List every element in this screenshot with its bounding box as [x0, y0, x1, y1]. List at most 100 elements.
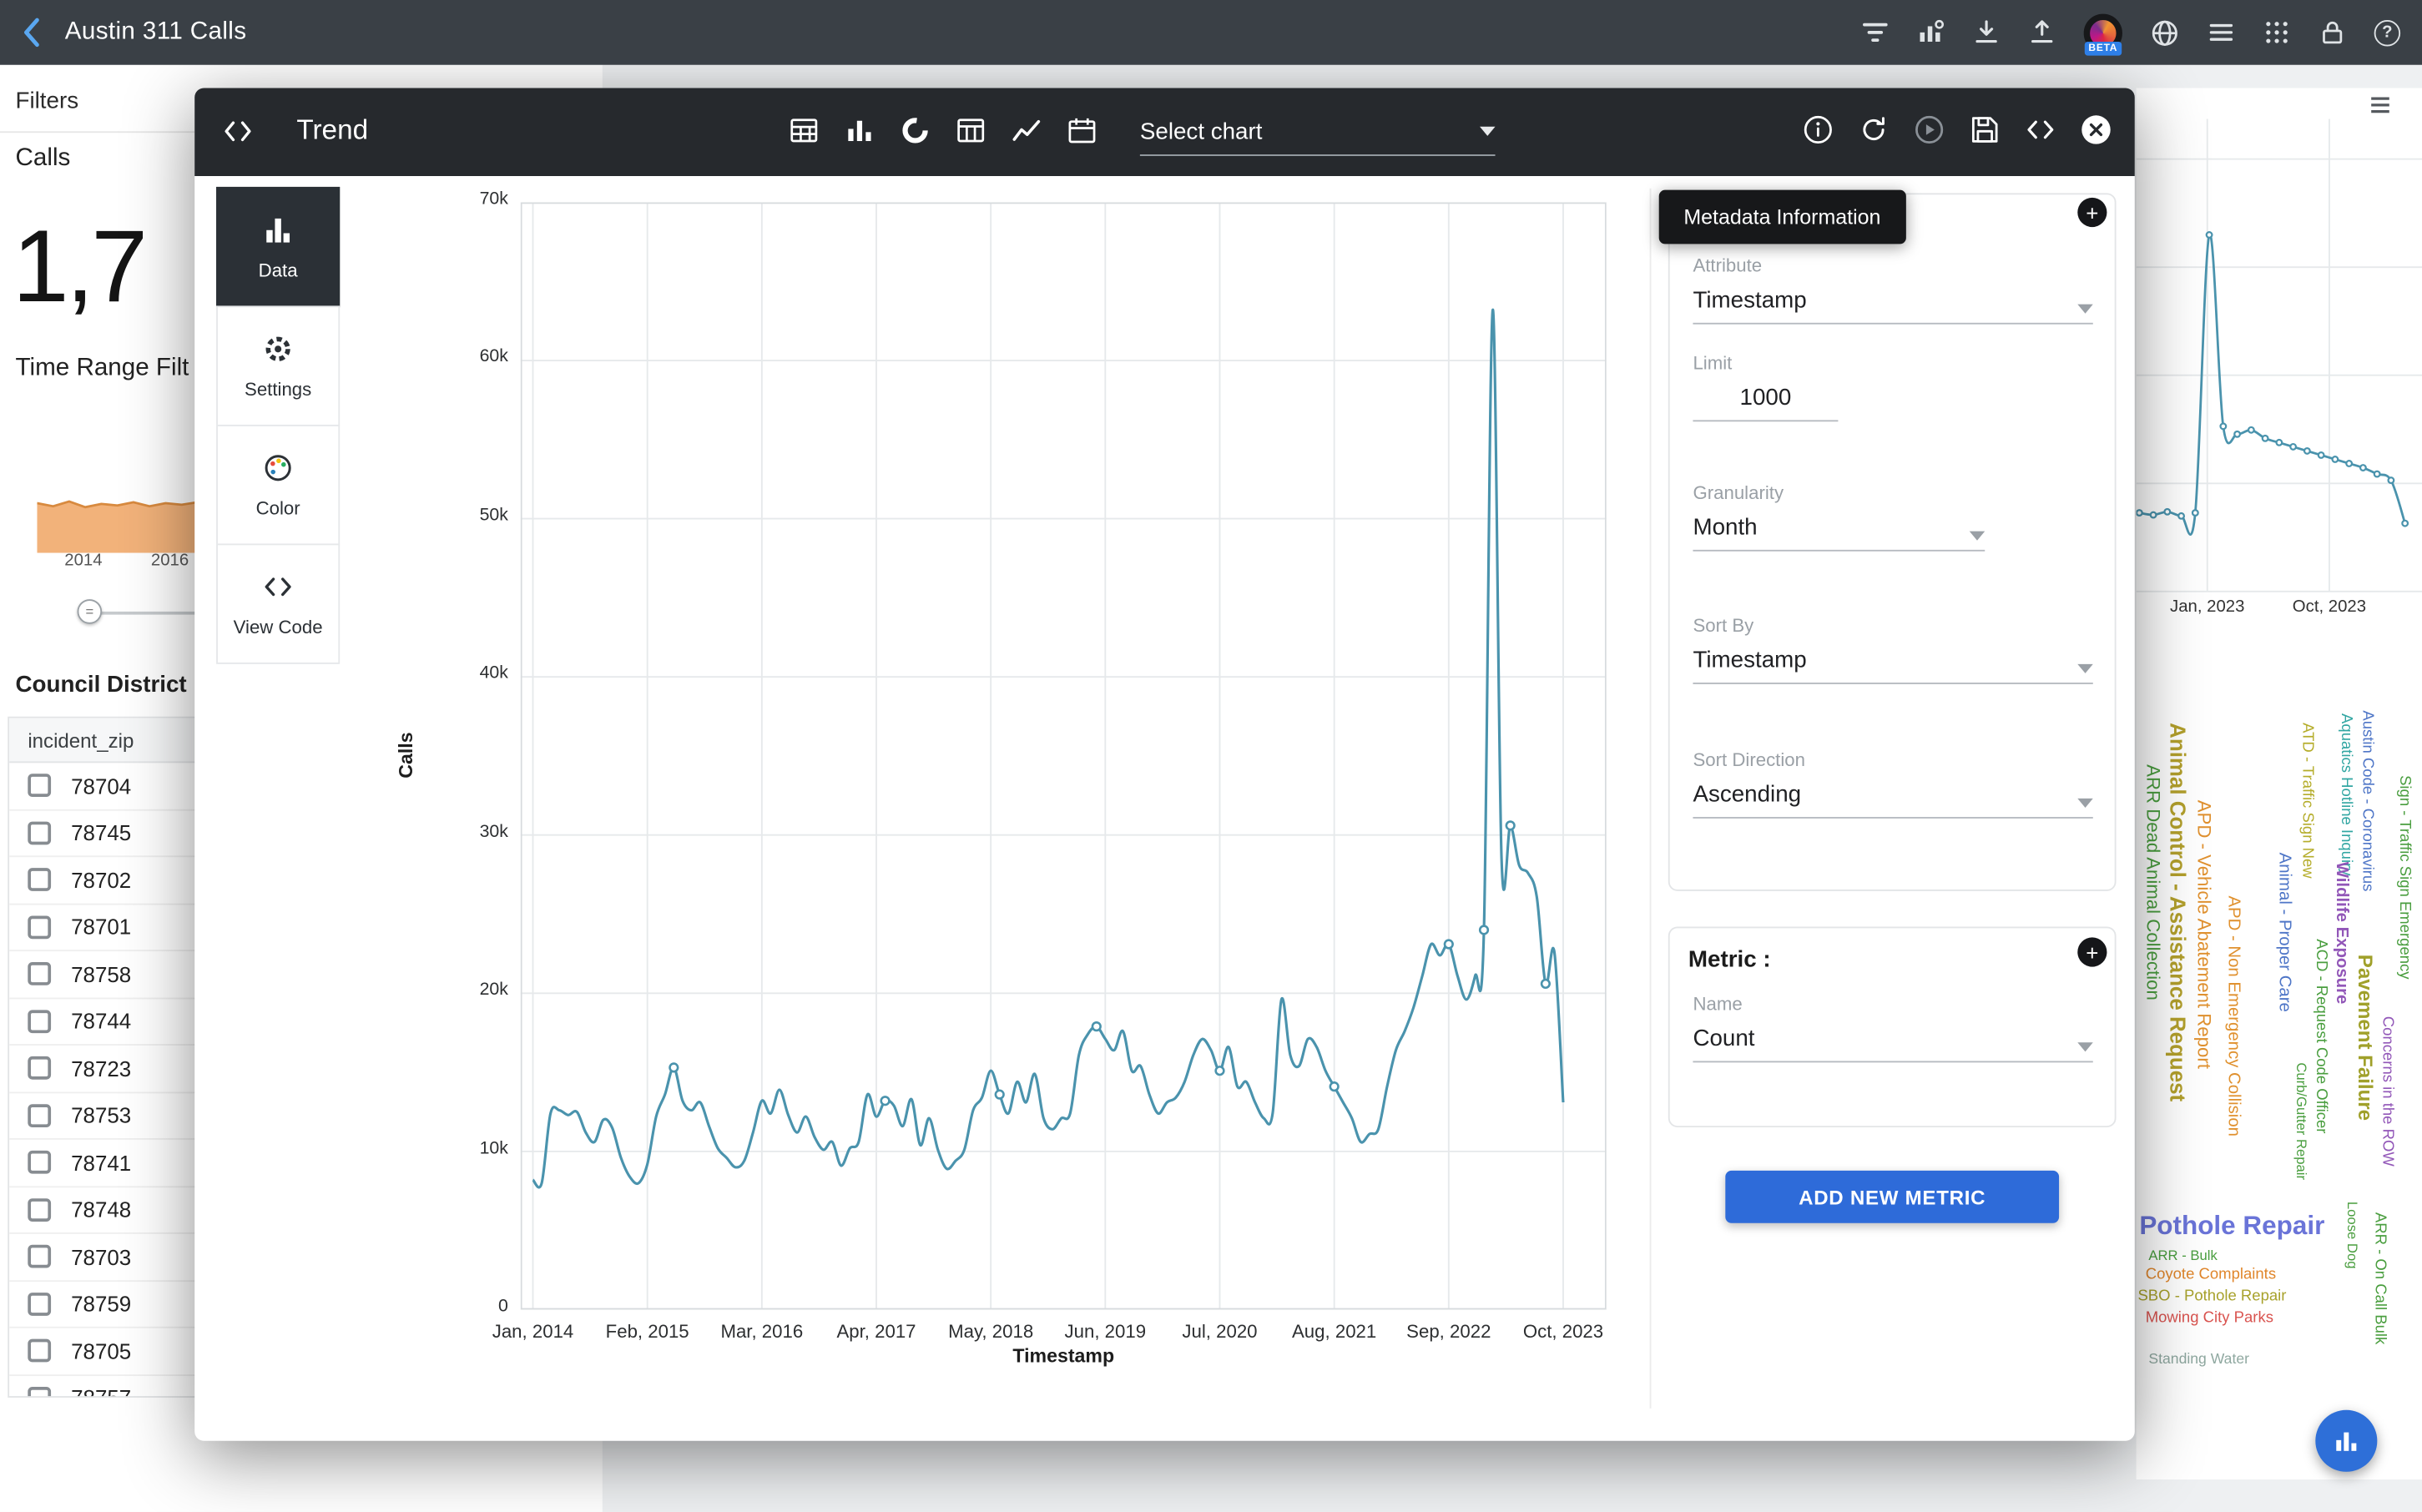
x-tick: Oct, 2023	[2283, 597, 2375, 616]
checkbox-icon[interactable]	[28, 1245, 51, 1268]
info-button[interactable]	[1801, 113, 1835, 154]
expand-icon[interactable]	[223, 116, 254, 154]
checkbox-icon[interactable]	[28, 869, 51, 892]
main-chart: Calls 010k20k30k40k50k60k70k Jan, 2014Fe…	[340, 189, 1649, 1424]
wordcloud-term[interactable]: Concerns in the ROW	[2379, 1016, 2394, 1167]
wordcloud-term[interactable]: Animal Control - Assistance Request	[2167, 723, 2189, 1101]
slider-handle[interactable]: =	[78, 599, 103, 624]
calendar-icon[interactable]	[1066, 114, 1098, 154]
fab-chart-button[interactable]	[2315, 1410, 2377, 1472]
time-range-histogram-svg	[37, 472, 197, 552]
filter-icon[interactable]	[1861, 18, 1889, 46]
wordcloud-term[interactable]: Wildlife Exposure	[2333, 862, 2349, 1005]
lock-icon[interactable]	[2319, 18, 2346, 46]
pivot-table-icon[interactable]	[955, 114, 987, 154]
download-icon[interactable]	[1972, 18, 2000, 46]
select-chart-dropdown[interactable]: Select chart	[1140, 108, 1496, 156]
wordcloud-term[interactable]: APD - Non Emergency Collision	[2224, 895, 2241, 1137]
menu-icon[interactable]: ≡	[2369, 88, 2391, 124]
select-chart-placeholder: Select chart	[1140, 118, 1263, 144]
checkbox-icon[interactable]	[28, 915, 51, 939]
field-label: Attribute	[1693, 255, 2092, 276]
tab-label: Color	[256, 497, 300, 519]
wordcloud-term[interactable]: APD - Vehicle Abatement Report	[2195, 800, 2213, 1069]
council-district-heading: Council District	[16, 672, 187, 698]
sort-direction-field[interactable]: Sort Direction Ascending	[1693, 749, 2092, 819]
checkbox-icon[interactable]	[28, 962, 51, 985]
wordcloud-term[interactable]: Sign - Traffic Sign Emergency	[2396, 775, 2412, 980]
wordcloud-term[interactable]: SBO - Pothole Repair	[2137, 1289, 2286, 1305]
checkbox-icon[interactable]	[28, 1387, 51, 1398]
y-tick: 10k	[380, 1139, 508, 1157]
field-value: 1000	[1740, 385, 1792, 411]
y-tick: 50k	[380, 507, 508, 525]
tab-color[interactable]: Color	[216, 425, 340, 545]
wordcloud-term[interactable]: Standing Water	[2148, 1353, 2249, 1368]
wordcloud-term[interactable]: ARR Dead Animal Collection	[2144, 764, 2162, 1000]
app-header: Austin 311 Calls BETA ?	[0, 0, 2422, 65]
tab-view-code[interactable]: View Code	[216, 543, 340, 663]
wordcloud-term[interactable]: ARR - Bulk	[2148, 1249, 2217, 1263]
limit-field[interactable]: Limit 1000	[1693, 352, 1838, 421]
checkbox-icon[interactable]	[28, 1293, 51, 1316]
wordcloud-term[interactable]: ARR - On Call Bulk	[2371, 1212, 2387, 1344]
back-button[interactable]	[22, 17, 40, 48]
sort-by-field[interactable]: Sort By Timestamp	[1693, 615, 2092, 684]
code-button[interactable]	[2024, 113, 2058, 154]
trend-preview-chart	[2137, 88, 2422, 605]
wordcloud-term[interactable]: Animal - Proper Care	[2275, 853, 2292, 1012]
x-tick: Apr, 2017	[822, 1320, 931, 1342]
checkbox-icon[interactable]	[28, 1010, 51, 1033]
add-attribute-button[interactable]: +	[2077, 198, 2107, 227]
tab-settings[interactable]: Settings	[216, 305, 340, 426]
table-view-icon[interactable]	[788, 114, 820, 154]
wordcloud-term[interactable]: Loose Dog	[2344, 1202, 2359, 1269]
field-label: Sort By	[1693, 615, 2092, 637]
wordcloud-term[interactable]: ATD - Traffic Sign New	[2298, 723, 2314, 879]
metric-name-field[interactable]: Name Count	[1693, 993, 2092, 1062]
zip-label: 78744	[71, 1009, 131, 1034]
save-button[interactable]	[1968, 113, 2002, 154]
metadata-tooltip: Metadata Information	[1659, 190, 1905, 244]
grid-icon[interactable]	[2263, 18, 2290, 46]
field-value: Count	[1693, 1026, 1754, 1051]
caret-down-icon	[2077, 799, 2093, 808]
wordcloud-term[interactable]: Curb/Gutter Repair	[2293, 1062, 2308, 1180]
checkbox-icon[interactable]	[28, 1198, 51, 1222]
wordcloud-term[interactable]: Pavement Failure	[2355, 955, 2375, 1121]
checkbox-icon[interactable]	[28, 774, 51, 798]
upload-icon[interactable]	[2028, 18, 2056, 46]
play-button[interactable]	[1912, 113, 1946, 154]
attribute-field[interactable]: Attribute Timestamp	[1693, 255, 2092, 324]
chart-settings-icon[interactable]	[1917, 18, 1945, 46]
wordcloud-term[interactable]: Austin Code - Coronavirus	[2359, 710, 2374, 891]
help-icon[interactable]: ?	[2374, 19, 2400, 45]
list-icon[interactable]	[2208, 18, 2235, 46]
tab-data[interactable]: Data	[216, 187, 340, 307]
checkbox-icon[interactable]	[28, 1339, 51, 1363]
granularity-field[interactable]: Granularity Month	[1693, 481, 1985, 551]
close-button[interactable]	[2079, 113, 2113, 154]
globe-icon[interactable]	[2150, 18, 2179, 47]
wordcloud-term[interactable]: Aquatics Hotline Inquiry	[2337, 713, 2353, 875]
wordcloud-term[interactable]: Coyote Complaints	[2146, 1268, 2276, 1283]
trend-preview-svg	[2137, 88, 2422, 597]
bar-chart-icon[interactable]	[844, 114, 876, 154]
field-value: Month	[1693, 514, 1757, 540]
checkbox-icon[interactable]	[28, 1151, 51, 1174]
checkbox-icon[interactable]	[28, 1056, 51, 1080]
line-chart-icon[interactable]	[1010, 114, 1042, 154]
donut-chart-icon[interactable]	[899, 114, 931, 154]
x-tick: 2016	[139, 552, 201, 570]
checkbox-icon[interactable]	[28, 1104, 51, 1127]
app-logo[interactable]: BETA	[2084, 13, 2122, 52]
refresh-button[interactable]	[1857, 113, 1891, 154]
field-value: Timestamp	[1693, 287, 1806, 313]
wordcloud-term[interactable]: ACD - Request Code Officer	[2313, 939, 2329, 1133]
checkbox-icon[interactable]	[28, 821, 51, 844]
wordcloud-term[interactable]: Pothole Repair	[2139, 1212, 2324, 1238]
add-metric-plus-button[interactable]: +	[2077, 937, 2107, 966]
add-new-metric-button[interactable]: ADD NEW METRIC	[1725, 1171, 2059, 1223]
back-chevron-icon	[22, 17, 40, 48]
wordcloud-term[interactable]: Mowing City Parks	[2146, 1311, 2273, 1327]
